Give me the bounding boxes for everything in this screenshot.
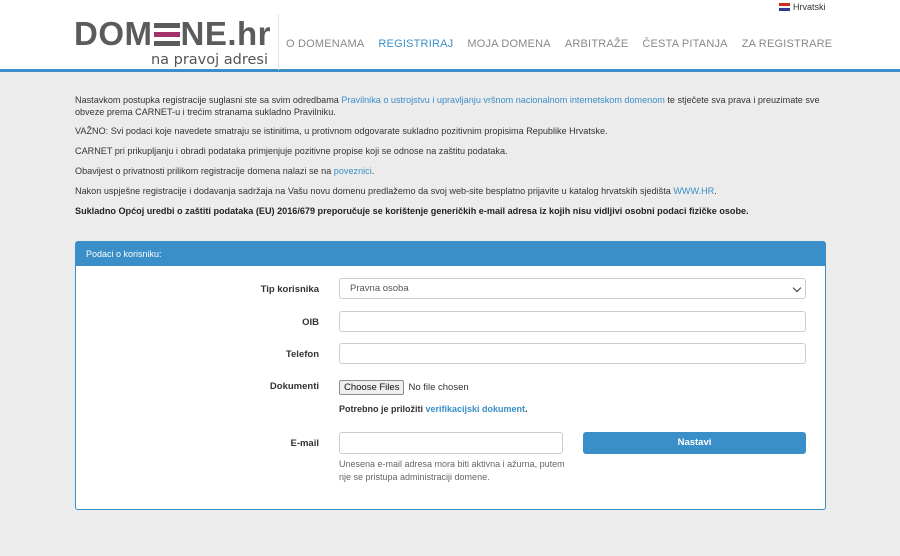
nav-registriraj[interactable]: REGISTRIRAJ — [371, 38, 460, 50]
nav-o-domenama[interactable]: O DOMENAMA — [286, 38, 371, 50]
site-logo[interactable]: DOM NE.hr na pravoj adresi — [74, 14, 279, 70]
privacy-paragraph: Obavijest o privatnosti prilikom registr… — [75, 166, 375, 176]
www-hr-link[interactable]: WWW.HR — [673, 186, 714, 196]
main-nav: O DOMENAMA REGISTRIRAJ MOJA DOMENA ARBIT… — [286, 38, 839, 50]
language-label: Hrvatski — [793, 2, 826, 12]
privacy-link[interactable]: poveznici — [334, 166, 372, 176]
user-data-panel: Podaci o korisniku: Tip korisnika Pravna… — [75, 241, 826, 510]
terms-paragraph: Nastavkom postupka registracije suglasni… — [75, 95, 820, 117]
site-header: DOM NE.hr na pravoj adresi Hrvatski O DOM… — [0, 0, 900, 72]
telefon-label: Telefon — [285, 349, 319, 360]
choose-files-button[interactable]: Choose Files — [339, 380, 405, 395]
tip-korisnika-select[interactable]: Pravna osoba — [339, 278, 806, 299]
panel-title: Podaci o korisniku: — [76, 242, 825, 266]
verification-document-link[interactable]: verifikacijski dokument — [426, 404, 526, 414]
logo-wordmark: DOM NE.hr — [74, 15, 272, 52]
email-label: E-mail — [290, 438, 319, 449]
file-status: No file chosen — [408, 382, 469, 393]
oib-label: OIB — [302, 317, 319, 328]
nav-arbitraze[interactable]: ARBITRAŽE — [558, 38, 636, 50]
email-note: Unesena e-mail adresa mora biti aktivna … — [339, 459, 565, 482]
document-upload[interactable]: Choose Files No file chosen — [339, 380, 469, 395]
pravilnik-link[interactable]: Pravilnika o ustrojstvu i upravljanju vr… — [341, 95, 664, 105]
tip-korisnika-value: Pravna osoba — [350, 283, 409, 294]
dokumenti-label: Dokumenti — [269, 381, 319, 392]
nastavi-button[interactable]: Nastavi — [583, 432, 806, 454]
document-hint: Potrebno je priložiti verifikacijski dok… — [339, 404, 528, 414]
data-protection-paragraph: CARNET pri prikupljanju i obradi podatak… — [75, 146, 508, 156]
email-input[interactable] — [339, 432, 563, 454]
nav-za-registrare[interactable]: ZA REGISTRARE — [735, 38, 840, 50]
nav-moja-domena[interactable]: MOJA DOMENA — [460, 38, 558, 50]
logo-tagline: na pravoj adresi — [150, 52, 268, 68]
logo-e-bars-icon — [153, 23, 180, 47]
telefon-input[interactable] — [339, 343, 806, 364]
gdpr-paragraph: Sukladno Općoj uredbi o zaštiti podataka… — [75, 206, 749, 216]
chevron-down-icon — [792, 283, 802, 293]
oib-input[interactable] — [339, 311, 806, 332]
tip-korisnika-label: Tip korisnika — [260, 284, 319, 295]
croatia-flag-icon — [779, 3, 790, 12]
catalog-paragraph: Nakon uspješne registracije i dodavanja … — [75, 186, 717, 196]
language-switch[interactable]: Hrvatski — [779, 2, 826, 12]
intro-text: Nastavkom postupka registracije suglasni… — [75, 94, 827, 225]
important-paragraph: VAŽNO: Svi podaci koje navedete smatraju… — [75, 126, 608, 136]
nav-cesta-pitanja[interactable]: ČESTA PITANJA — [635, 38, 734, 50]
